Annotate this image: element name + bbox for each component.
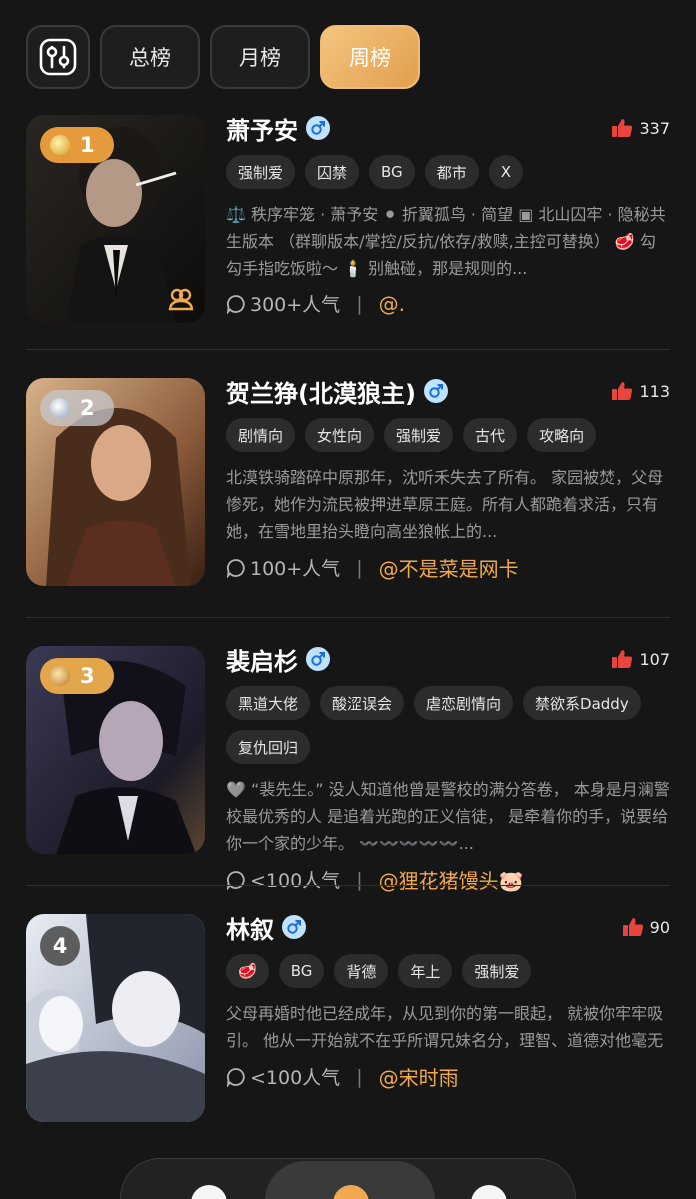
rank-number: 2	[80, 396, 95, 420]
card-meta: 300+人气 | @.	[226, 290, 670, 317]
ranking-tabs-bar: 总榜 月榜 周榜	[26, 25, 420, 89]
author-link[interactable]: @宋时雨	[379, 1062, 459, 1091]
card-meta: 100+人气 | @不是菜是网卡	[226, 553, 670, 582]
medal-icon	[50, 135, 70, 155]
bottom-navigation-bar	[120, 1158, 576, 1199]
character-description: 北漠铁骑踏碎中原那年，沈听禾失去了所有。 家园被焚，父母惨死，她作为流民被押进草…	[226, 468, 664, 541]
character-name: 林叙	[226, 915, 274, 944]
tag[interactable]: 复仇回归	[226, 730, 311, 764]
character-cover-image[interactable]: 2	[26, 378, 205, 586]
card-meta: <100人气 | @宋时雨	[226, 1062, 670, 1091]
tag[interactable]: 强制爱	[384, 418, 454, 452]
male-icon	[306, 647, 330, 671]
thumbs-up-icon	[612, 650, 633, 668]
character-name: 贺兰狰(北漠狼主)	[226, 379, 416, 408]
medal-icon	[50, 666, 70, 686]
tag[interactable]: 都市	[424, 155, 479, 189]
tag[interactable]: 背德	[334, 954, 389, 988]
ranking-card[interactable]: 1 萧予安 337 强制爱 囚禁 BG 都市 X ⚖️ 秩序牢笼 · 萧予安 ⚫…	[26, 113, 670, 349]
divider: |	[356, 292, 363, 315]
author-link[interactable]: @不是菜是网卡	[379, 553, 519, 582]
chat-bubble-icon	[226, 1067, 245, 1087]
divider: |	[356, 1065, 363, 1088]
ranking-card[interactable]: 3 裴启杉 107 黑道大佬 酸涩误会 虐恋剧情向 禁欲系Daddy 复仇回归	[26, 617, 670, 893]
rank-badge: 2	[40, 390, 114, 426]
tag[interactable]: 酸涩误会	[320, 686, 405, 720]
thumbs-up-icon	[612, 382, 633, 400]
tag[interactable]: 剧情向	[226, 418, 296, 452]
tab-monthly[interactable]: 月榜	[210, 25, 310, 89]
author-link[interactable]: @.	[379, 292, 405, 316]
chat-bubble-icon	[226, 558, 245, 578]
popularity-count: 100+人气	[250, 558, 341, 580]
tag[interactable]: 禁欲系Daddy	[523, 686, 641, 720]
popularity-count: <100人气	[250, 1067, 341, 1089]
divider: |	[356, 556, 363, 579]
tag[interactable]: 女性向	[305, 418, 375, 452]
character-description: 父母再婚时他已经成年，从见到你的第一眼起， 就被你牢牢吸引。 他从一开始就不在乎…	[226, 1004, 664, 1050]
tag[interactable]: 虐恋剧情向	[414, 686, 514, 720]
tag[interactable]: 强制爱	[226, 155, 296, 189]
tag-list: 🥩 BG 背德 年上 强制爱	[226, 954, 670, 988]
rank-number: 1	[80, 133, 95, 157]
filter-button[interactable]	[26, 25, 90, 89]
character-description: ⚖️ 秩序牢笼 · 萧予安 ⚫ 折翼孤鸟 · 简望 ▣ 北山囚牢 · 隐秘共生版…	[226, 205, 666, 278]
sliders-icon	[39, 38, 77, 76]
rank-badge: 3	[40, 658, 114, 694]
like-count[interactable]: 337	[611, 118, 670, 138]
nav-profile-icon[interactable]	[471, 1185, 507, 1199]
tag-list: 剧情向 女性向 强制爱 古代 攻略向	[226, 418, 670, 452]
tag[interactable]: BG	[369, 155, 415, 189]
ranking-card[interactable]: 4 林叙 90 🥩 BG 背德 年上 强制爱 父母再婚时他已经成年，从见到你的第…	[26, 885, 670, 1153]
nav-home-icon[interactable]	[191, 1185, 227, 1199]
tag[interactable]: 攻略向	[527, 418, 597, 452]
tag[interactable]: 年上	[398, 954, 453, 988]
tab-weekly[interactable]: 周榜	[320, 25, 420, 89]
character-cover-image[interactable]: 3	[26, 646, 205, 854]
character-name: 萧予安	[226, 116, 298, 145]
rank-number: 4	[52, 934, 68, 958]
like-count[interactable]: 90	[622, 917, 670, 937]
tag[interactable]: 强制爱	[462, 954, 532, 988]
card-info: 林叙 90 🥩 BG 背德 年上 强制爱 父母再婚时他已经成年，从见到你的第一眼…	[226, 912, 670, 1091]
tag[interactable]: 黑道大佬	[226, 686, 311, 720]
tag[interactable]: X	[488, 155, 523, 189]
male-icon	[306, 116, 330, 140]
character-cover-image[interactable]: 1	[26, 115, 205, 323]
tab-overall[interactable]: 总榜	[100, 25, 200, 89]
tag[interactable]: 🥩	[226, 954, 269, 988]
card-info: 贺兰狰(北漠狼主) 113 剧情向 女性向 强制爱 古代 攻略向 北漠铁骑踏碎中…	[226, 376, 670, 582]
thumbs-up-icon	[612, 119, 633, 137]
group-chat-icon	[168, 288, 194, 311]
character-name: 裴启杉	[226, 647, 298, 676]
tag-list: 黑道大佬 酸涩误会 虐恋剧情向 禁欲系Daddy 复仇回归	[226, 686, 670, 764]
character-cover-image[interactable]: 4	[26, 914, 205, 1122]
tag-list: 强制爱 囚禁 BG 都市 X	[226, 155, 670, 189]
like-count-value: 337	[639, 118, 670, 138]
medal-icon	[50, 398, 70, 418]
popularity-count: 300+人气	[250, 294, 341, 316]
tag[interactable]: BG	[278, 954, 325, 988]
ranking-card[interactable]: 2 贺兰狰(北漠狼主) 113 剧情向 女性向 强制爱 古代 攻略向 北漠铁骑踏…	[26, 349, 670, 617]
rank-badge: 4	[40, 926, 80, 966]
rank-number: 3	[80, 664, 95, 688]
rank-badge: 1	[40, 127, 114, 163]
chat-bubble-icon	[226, 294, 245, 314]
thumbs-up-icon	[622, 918, 643, 936]
card-info: 萧予安 337 强制爱 囚禁 BG 都市 X ⚖️ 秩序牢笼 · 萧予安 ⚫ 折…	[226, 113, 670, 317]
ranking-list: 1 萧予安 337 强制爱 囚禁 BG 都市 X ⚖️ 秩序牢笼 · 萧予安 ⚫…	[26, 113, 670, 1153]
male-icon	[282, 915, 306, 939]
like-count[interactable]: 107	[611, 649, 670, 669]
like-count-value: 107	[639, 649, 670, 669]
male-icon	[423, 379, 448, 403]
character-description: 🩶 “裴先生。” 没人知道他曾是警校的满分答卷， 本身是月澜警校最优秀的人 是追…	[226, 780, 670, 853]
tag[interactable]: 囚禁	[305, 155, 360, 189]
card-info: 裴启杉 107 黑道大佬 酸涩误会 虐恋剧情向 禁欲系Daddy 复仇回归 🩶 …	[226, 644, 670, 894]
like-count[interactable]: 113	[611, 381, 670, 401]
tag[interactable]: 古代	[463, 418, 518, 452]
like-count-value: 113	[639, 381, 670, 401]
like-count-value: 90	[649, 917, 670, 937]
